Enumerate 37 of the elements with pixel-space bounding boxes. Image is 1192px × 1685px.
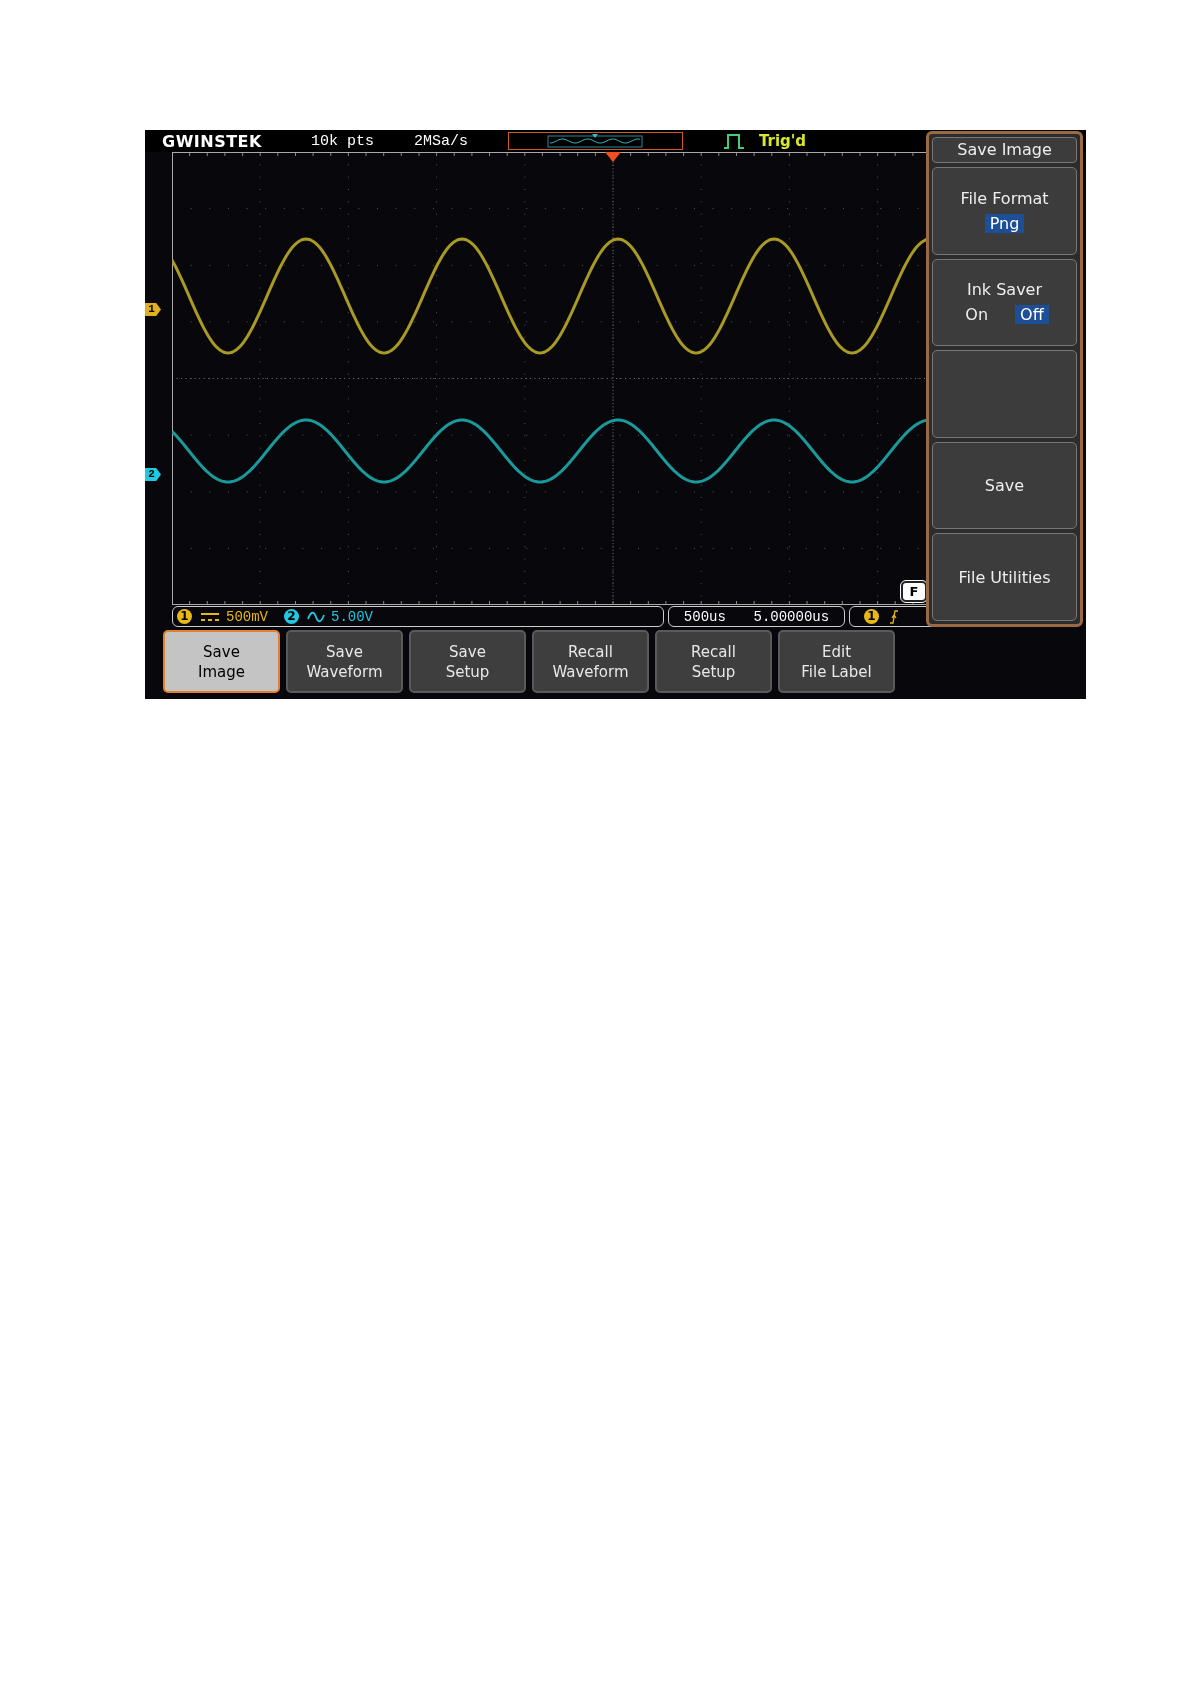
option-value: On <box>964 305 990 325</box>
dc-coupling-icon <box>200 611 220 622</box>
option-value: Png <box>984 213 1025 233</box>
time-scale: 500us <box>683 608 726 625</box>
side-menu-key[interactable]: File Format Png <box>932 167 1077 255</box>
channel-number: 2 <box>284 609 299 624</box>
action-label: Save <box>984 476 1025 496</box>
brand-logo: GWINSTEK <box>162 131 262 151</box>
menu-key[interactable]: Recall Setup <box>655 630 772 693</box>
menu-title: Save Image <box>932 137 1077 163</box>
trigger-status: Trig'd <box>758 132 807 150</box>
menu-key[interactable]: Edit File Label <box>778 630 895 693</box>
option-label: Ink Saver <box>966 280 1043 300</box>
side-menu-key[interactable] <box>932 350 1077 438</box>
record-length: 10k pts <box>310 132 374 150</box>
channel-marker: 1 <box>145 303 161 316</box>
option-value: Off <box>1015 305 1049 325</box>
menu-key[interactable]: Save Setup <box>409 630 526 693</box>
vertical-scale: 5.00V <box>331 608 374 625</box>
channel-number: 1 <box>177 609 192 624</box>
channel-marker: 2 <box>145 468 161 481</box>
time-position: 5.00000us <box>753 608 830 625</box>
side-menu-key[interactable]: Save <box>932 441 1077 530</box>
ac-coupling-icon <box>307 610 325 623</box>
reference-marker: F <box>901 581 927 602</box>
side-menu-key[interactable]: File Utilities <box>932 533 1077 621</box>
menu-key[interactable]: Save Image <box>163 630 280 693</box>
vertical-scale: 500mV <box>226 608 268 625</box>
sample-rate: 2MSa/s <box>413 132 468 150</box>
trigger-pulse-icon <box>722 133 745 149</box>
rising-edge-icon <box>889 609 899 624</box>
trigger-source: 1 <box>864 609 879 624</box>
action-label: File Utilities <box>958 567 1051 587</box>
menu-key[interactable]: Recall Waveform <box>532 630 649 693</box>
option-label: File Format <box>960 188 1049 208</box>
menu-key[interactable]: Save Waveform <box>286 630 403 693</box>
side-menu-key[interactable]: Ink Saver On Off <box>932 258 1077 347</box>
